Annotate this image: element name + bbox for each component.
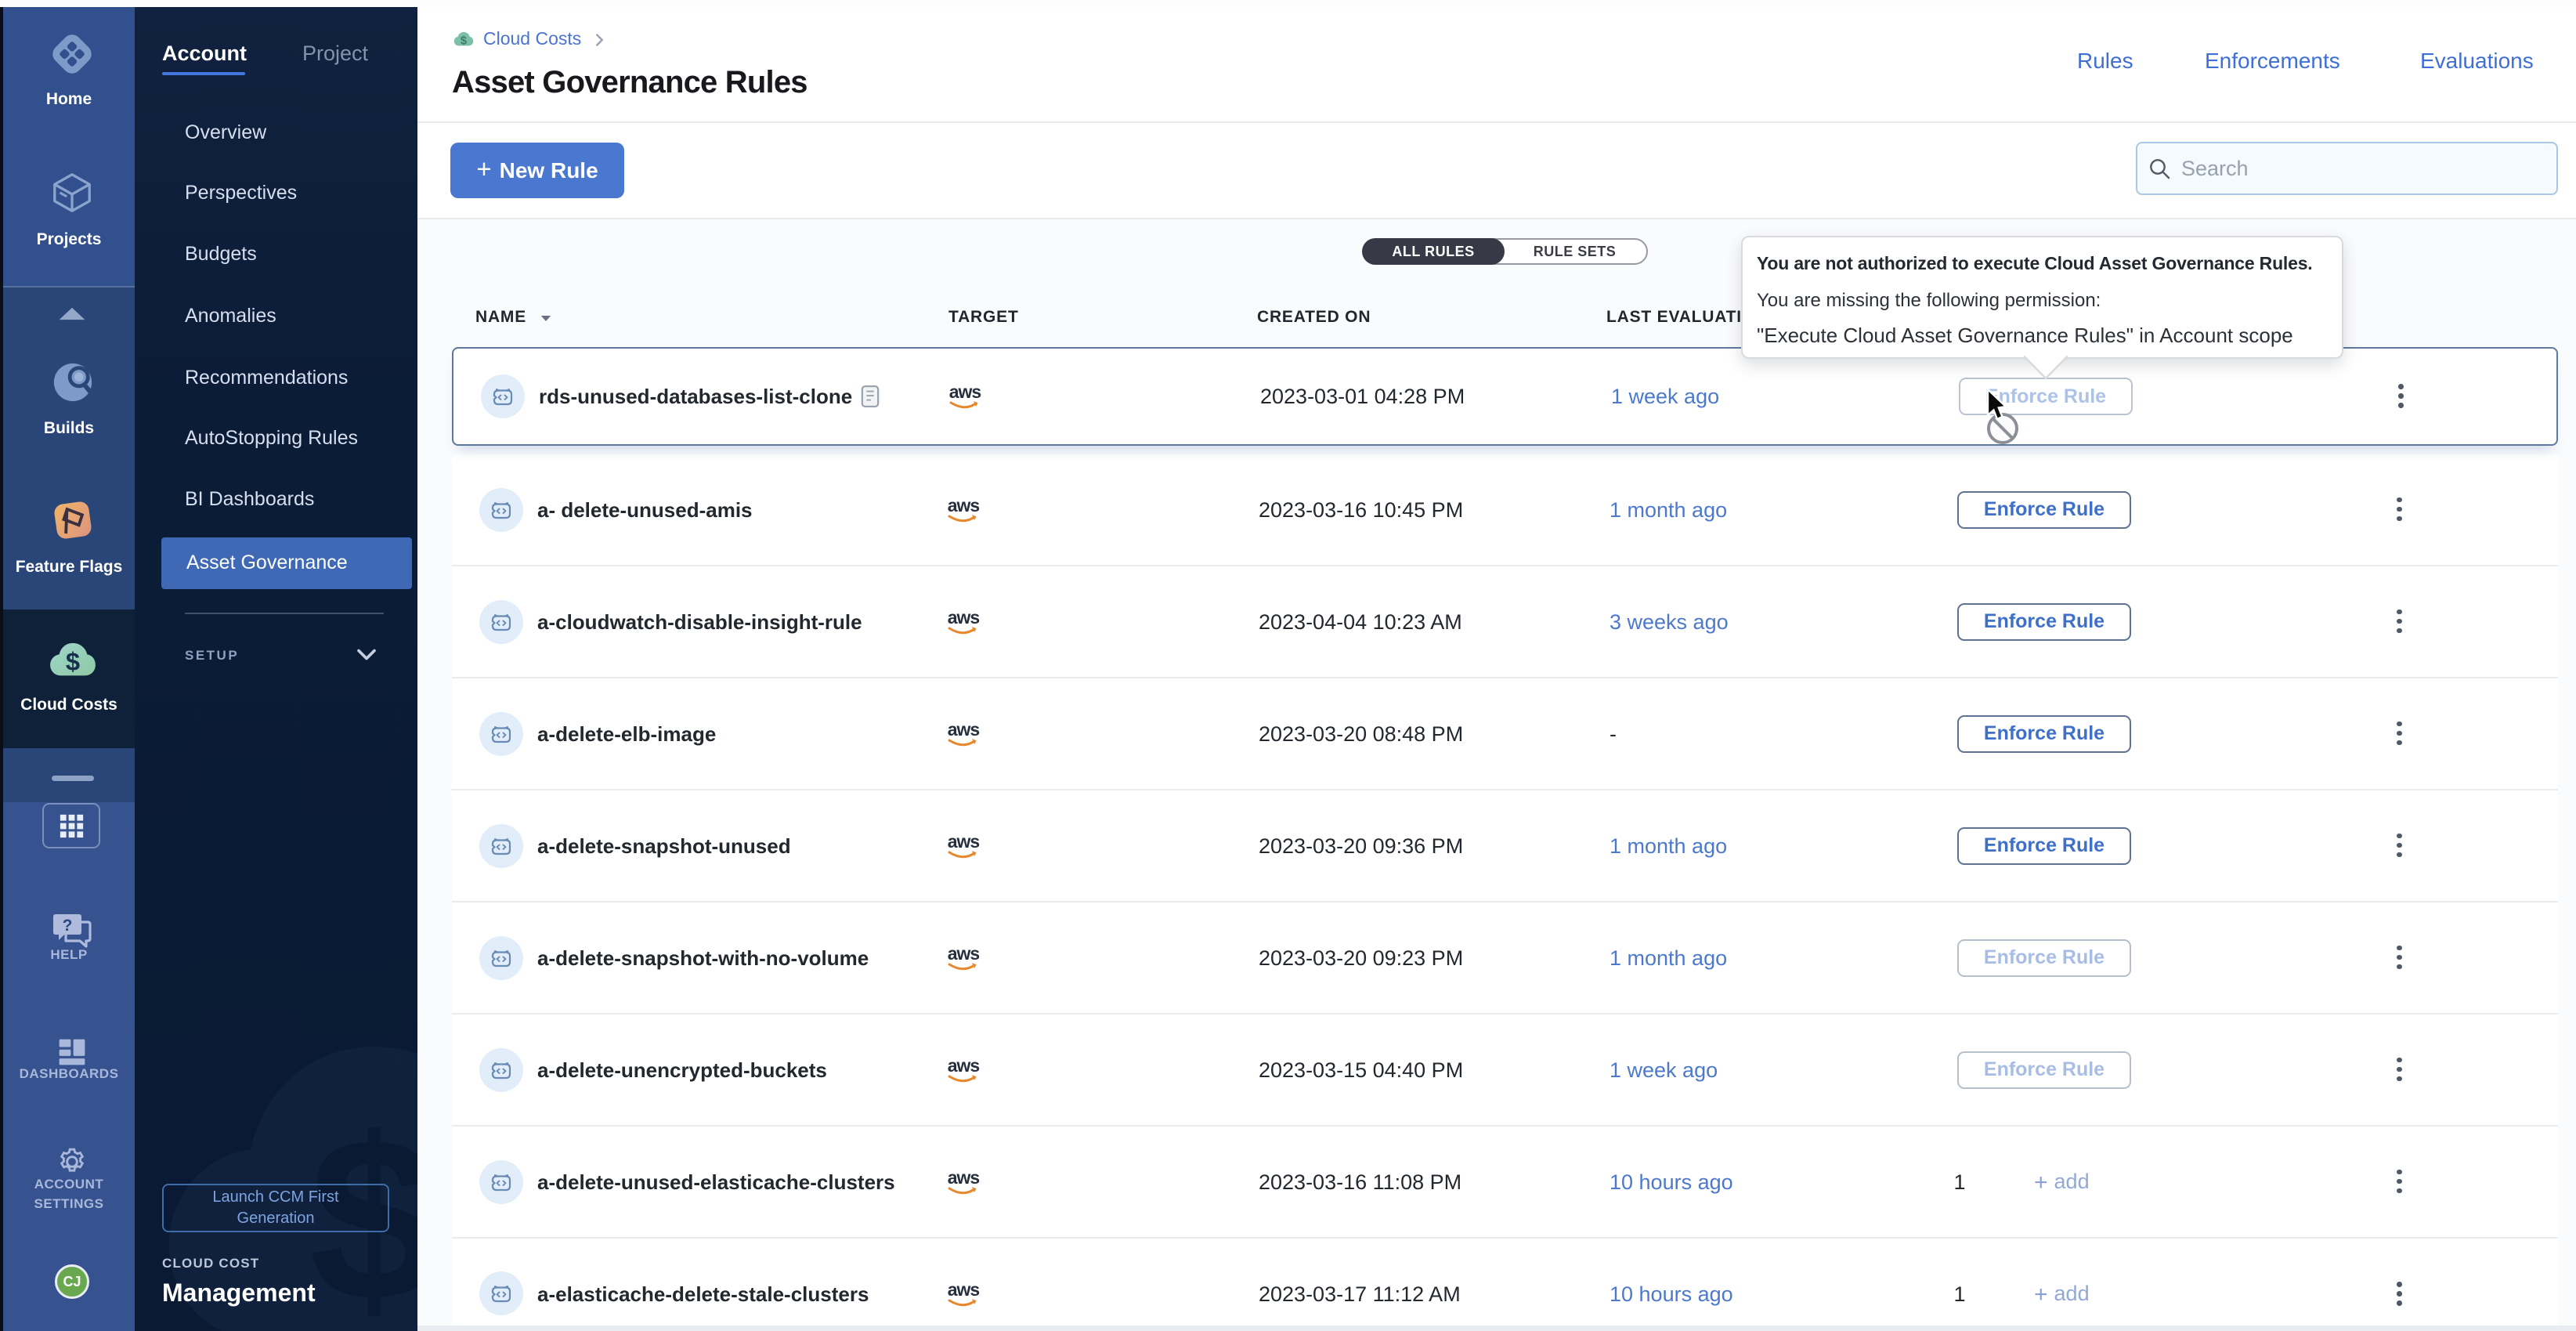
svg-text:$: $ [461, 34, 467, 47]
svg-text:?: ? [63, 917, 73, 935]
svg-text:$: $ [66, 647, 80, 676]
